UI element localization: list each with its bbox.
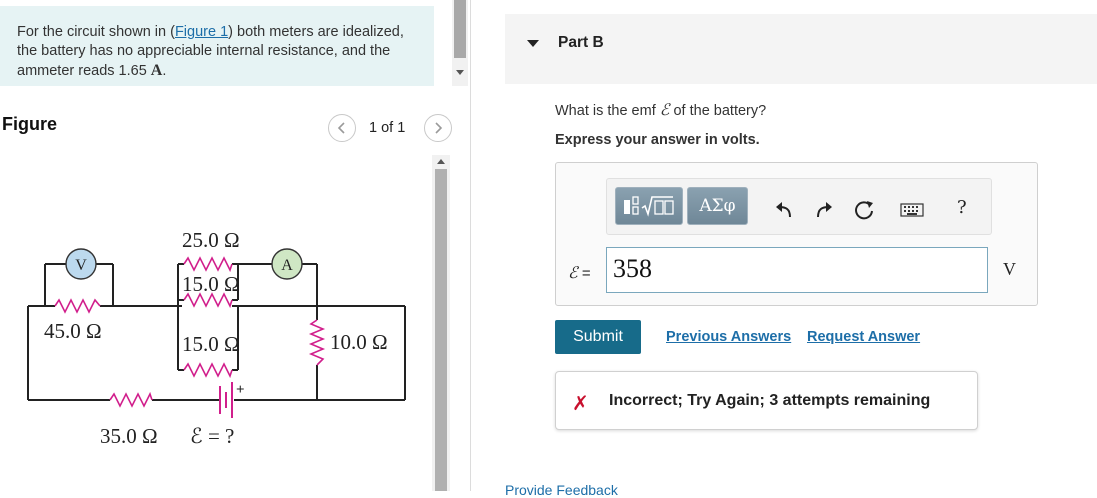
templates-button[interactable] [615,187,683,225]
r25-label: 25.0 Ω [182,228,240,252]
resistor-15-mid-zigzag [183,362,233,379]
battery-symbol [219,382,233,418]
templates-icon [624,196,674,217]
figure-title: Figure [2,114,58,134]
upper-scrollbar-thumb[interactable] [454,0,466,58]
answer-input[interactable]: 358 [606,247,988,293]
answer-instruction: Express your answer in volts. [555,132,760,148]
scroll-down-arrow-icon[interactable] [456,70,464,75]
answer-label: ℰ = [568,263,591,282]
problem-statement: For the circuit shown in (Figure 1) both… [0,6,434,86]
left-pane: For the circuit shown in (Figure 1) both… [0,0,470,491]
r15-top-label: 15.0 Ω [182,272,240,296]
figure-scrollbar-thumb[interactable] [435,169,447,491]
chevron-right-icon [435,122,443,134]
figure-page-count: 1 of 1 [369,120,406,136]
problem-text-before: For the circuit shown in ( [17,24,175,40]
answer-panel: ΑΣφ ? ℰ = 358 V [555,162,1038,306]
request-answer-link[interactable]: Request Answer [807,329,920,345]
question-text: What is the emf ℰ of the battery? [555,100,766,119]
question-before: What is the emf [555,103,660,119]
math-toolbar: ΑΣφ ? [606,178,992,235]
previous-answers-link[interactable]: Previous Answers [666,329,791,345]
scroll-up-arrow-icon[interactable] [437,159,445,164]
collapse-caret-icon[interactable] [527,40,539,47]
question-after: of the battery? [669,103,767,119]
provide-feedback-link[interactable]: Provide Feedback [505,482,618,498]
figure-scrollbar[interactable] [432,155,450,491]
resistor-35-zigzag [109,391,153,408]
part-header[interactable]: Part B [505,14,1097,84]
r15-mid-label: 15.0 Ω [182,332,240,356]
resistor-10-zigzag [308,319,326,366]
help-button[interactable]: ? [957,197,967,218]
battery-plus-label: + [236,382,245,398]
incorrect-x-icon: ✗ [572,393,589,415]
right-pane: Part B What is the emf ℰ of the battery?… [472,0,1097,498]
r35-label: 35.0 Ω [100,424,158,448]
undo-icon[interactable] [773,199,795,221]
problem-period: . [162,63,167,79]
next-figure-button[interactable] [424,114,452,142]
answer-equals: = [577,265,591,282]
answer-emf-symbol: ℰ [568,263,578,282]
emf-label: ℰ = ? [190,424,234,448]
upper-scrollbar[interactable] [452,0,468,86]
submit-button[interactable]: Submit [555,320,641,354]
chevron-left-icon [337,122,345,134]
ammeter-label: A [281,257,293,274]
r10-label: 10.0 Ω [330,330,388,354]
prev-figure-button[interactable] [328,114,356,142]
feedback-message: ✗ Incorrect; Try Again; 3 attempts remai… [555,371,978,430]
voltmeter-label: V [75,257,87,274]
figure-link[interactable]: Figure 1 [175,24,228,40]
circuit-diagram: + V A 25.0 Ω 15.0 Ω 15.0 Ω 45.0 Ω 10.0 Ω… [27,228,406,448]
pane-divider[interactable] [470,0,471,491]
greek-symbols-button[interactable]: ΑΣφ [687,187,748,225]
current-unit: A [150,62,163,79]
answer-unit: V [1003,259,1016,279]
keyboard-icon[interactable] [899,199,925,221]
part-title: Part B [558,34,604,51]
feedback-text: Incorrect; Try Again; 3 attempts remaini… [609,392,931,409]
r45-label: 45.0 Ω [44,319,102,343]
resistor-45-zigzag [54,298,101,314]
reset-icon[interactable] [853,199,875,221]
question-emf-symbol: ℰ [659,100,670,119]
resistor-25-zigzag [183,256,233,273]
redo-icon[interactable] [813,199,835,221]
